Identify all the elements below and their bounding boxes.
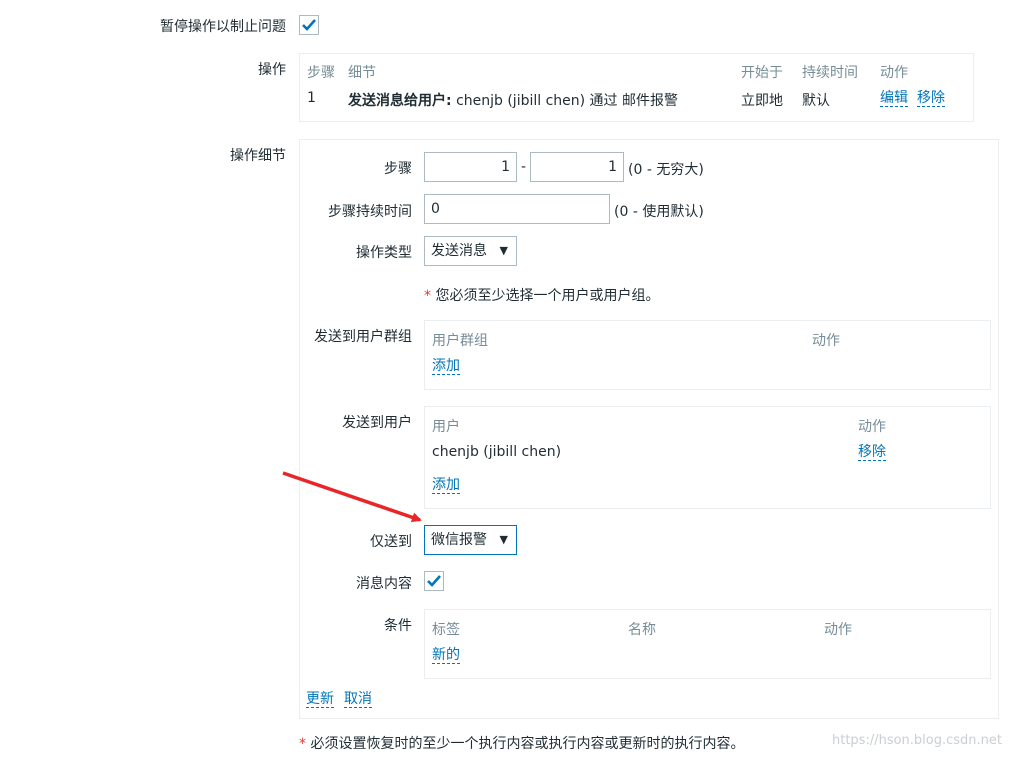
- annotation-arrow-icon: [282, 471, 422, 523]
